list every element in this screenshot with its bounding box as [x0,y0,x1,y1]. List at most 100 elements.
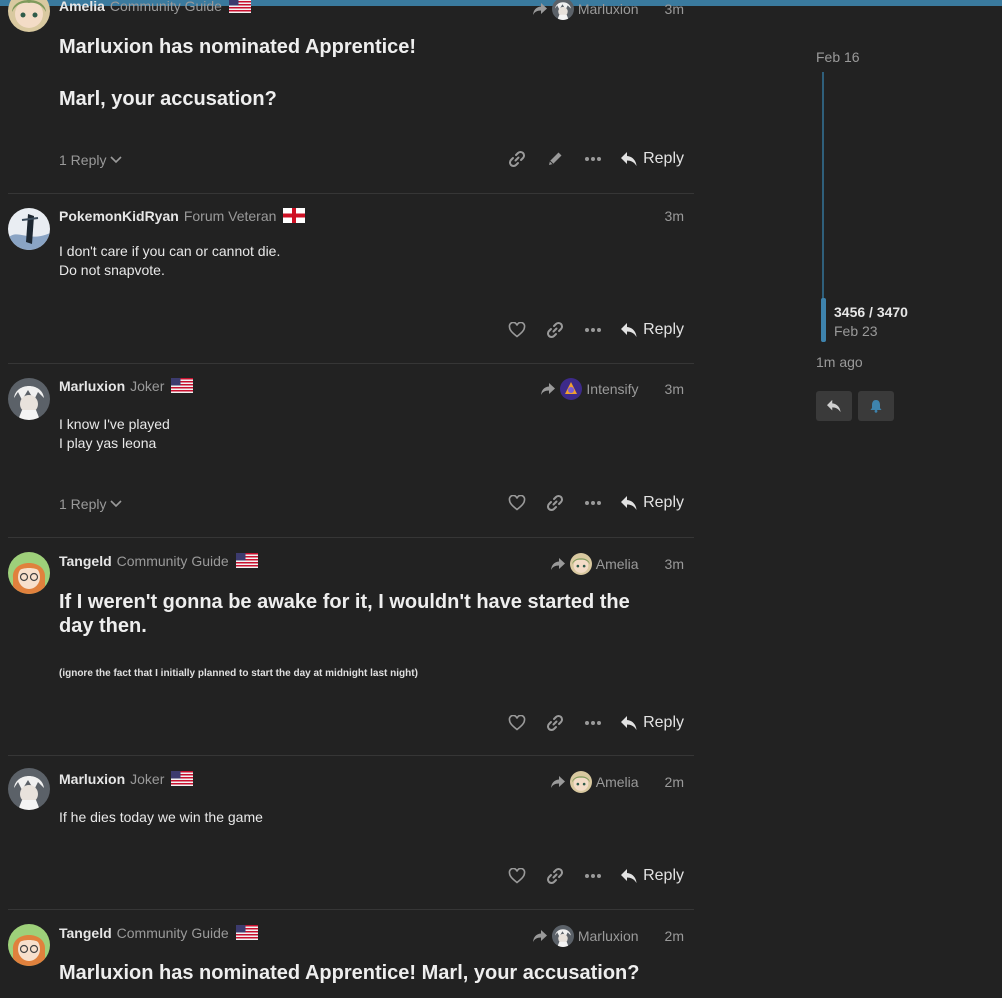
us-flag-icon [171,771,193,786]
user-title: Forum Veteran [183,208,277,224]
post-meta: PokemonKidRyan Forum Veteran 3m [59,208,684,228]
post-actions: Reply [498,864,684,888]
user-title: Community Guide [116,925,229,941]
pencil-icon[interactable] [536,147,574,171]
more-icon[interactable] [574,864,612,888]
post: Amelia Community Guide Marluxion 3m Marlu… [8,0,694,193]
us-flag-icon [236,925,258,940]
chevron-down-icon [110,500,123,508]
replies-toggle[interactable]: 1 Reply [59,152,123,168]
reply-to-avatar [560,378,582,400]
more-icon[interactable] [574,147,612,171]
username[interactable]: Tangeld [59,553,112,569]
user-title: Joker [130,378,165,394]
post-line: If he dies today we win the game [59,809,263,825]
reply-to-user: Amelia [595,556,639,572]
share-arrow-icon [540,382,556,396]
post: Marluxion Joker Amelia 2m If he dies toda… [8,755,694,909]
link-icon[interactable] [536,491,574,515]
reply-to-tab[interactable]: Intensify [540,378,639,400]
reply-button[interactable]: Reply [620,494,684,512]
reply-button[interactable]: Reply [620,867,684,885]
post-time[interactable]: 3m [665,208,684,224]
post-body: I know I've played I play yas leona [59,415,684,453]
timeline-scroll-handle[interactable] [821,298,826,342]
timeline-position: 3456 / 3470 [834,304,908,320]
reply-to-tab[interactable]: Amelia [550,771,639,793]
username[interactable]: PokemonKidRyan [59,208,179,224]
replies-count: 1 Reply [59,152,107,168]
heart-icon[interactable] [498,491,536,515]
reply-to-tab[interactable]: Marluxion [532,925,639,947]
reply-to-avatar [552,0,574,20]
notification-bell-button[interactable] [858,391,894,421]
reply-to-user: Marluxion [577,928,639,944]
post-body: I don't care if you can or cannot die. D… [59,242,684,280]
post-time[interactable]: 3m [665,1,684,17]
link-icon[interactable] [536,864,574,888]
reply-to-tab[interactable]: Marluxion [532,0,639,20]
avatar[interactable] [8,0,50,32]
link-icon[interactable] [498,147,536,171]
reply-button[interactable]: Reply [620,321,684,339]
post-heading: If I weren't gonna be awake for it, I wo… [59,591,630,637]
reply-button[interactable]: Reply [620,714,684,732]
reply-to-tab[interactable]: Amelia [550,553,639,575]
avatar[interactable] [8,208,50,250]
reply-label: Reply [643,714,684,731]
post-line: Marl, your accusation? [59,88,277,110]
chevron-down-icon [110,156,123,164]
post: PokemonKidRyan Forum Veteran 3m I don't c… [8,193,694,363]
share-arrow-icon [532,929,548,943]
share-arrow-icon [550,775,566,789]
share-arrow-icon [532,2,548,16]
post-meta: Tangeld Community Guide Marluxion 2m [59,925,684,945]
reply-label: Reply [643,321,684,338]
username[interactable]: Amelia [59,0,105,14]
more-icon[interactable] [574,318,612,342]
username[interactable]: Tangeld [59,925,112,941]
reply-label: Reply [643,494,684,511]
post-small-text: (ignore the fact that I initially planne… [59,668,418,679]
reply-icon [620,322,638,338]
user-title: Community Guide [116,553,229,569]
post: Tangeld Community Guide Marluxion 2m Marl… [8,909,694,998]
post-time[interactable]: 3m [665,556,684,572]
post-time[interactable]: 3m [665,381,684,397]
post-time[interactable]: 2m [665,774,684,790]
timeline-start-date[interactable]: Feb 16 [816,49,860,65]
post-line: I play yas leona [59,435,157,451]
heart-icon[interactable] [498,864,536,888]
username[interactable]: Marluxion [59,771,125,787]
reply-button[interactable]: Reply [620,150,684,168]
replies-toggle[interactable]: 1 Reply [59,496,123,512]
reply-label: Reply [643,867,684,884]
link-icon[interactable] [536,318,574,342]
heart-icon[interactable] [498,711,536,735]
username[interactable]: Marluxion [59,378,125,394]
post: Marluxion Joker Intensify 3m I know I've … [8,363,694,537]
more-icon[interactable] [574,711,612,735]
post: Tangeld Community Guide Amelia 3m If I we… [8,537,694,755]
more-icon[interactable] [574,491,612,515]
avatar[interactable] [8,552,50,594]
bell-icon [870,400,882,413]
reply-to-user: Amelia [595,774,639,790]
post-meta: Marluxion Joker Amelia 2m [59,771,684,791]
avatar[interactable] [8,924,50,966]
topic-timeline: Feb 16 3456 / 3470 Feb 23 1m ago [816,0,996,998]
user-title: Community Guide [109,0,222,14]
link-icon[interactable] [536,711,574,735]
share-arrow-icon [550,557,566,571]
post-time[interactable]: 2m [665,928,684,944]
avatar[interactable] [8,378,50,420]
timeline-last-activity[interactable]: 1m ago [816,354,863,370]
us-flag-icon [236,553,258,568]
post-meta: Marluxion Joker Intensify 3m [59,378,684,398]
timeline-reply-button[interactable] [816,391,852,421]
post-heading: Marluxion has nominated Apprentice! Marl… [59,962,640,984]
post-line: I know I've played [59,416,170,432]
reply-icon [620,715,638,731]
heart-icon[interactable] [498,318,536,342]
avatar[interactable] [8,768,50,810]
